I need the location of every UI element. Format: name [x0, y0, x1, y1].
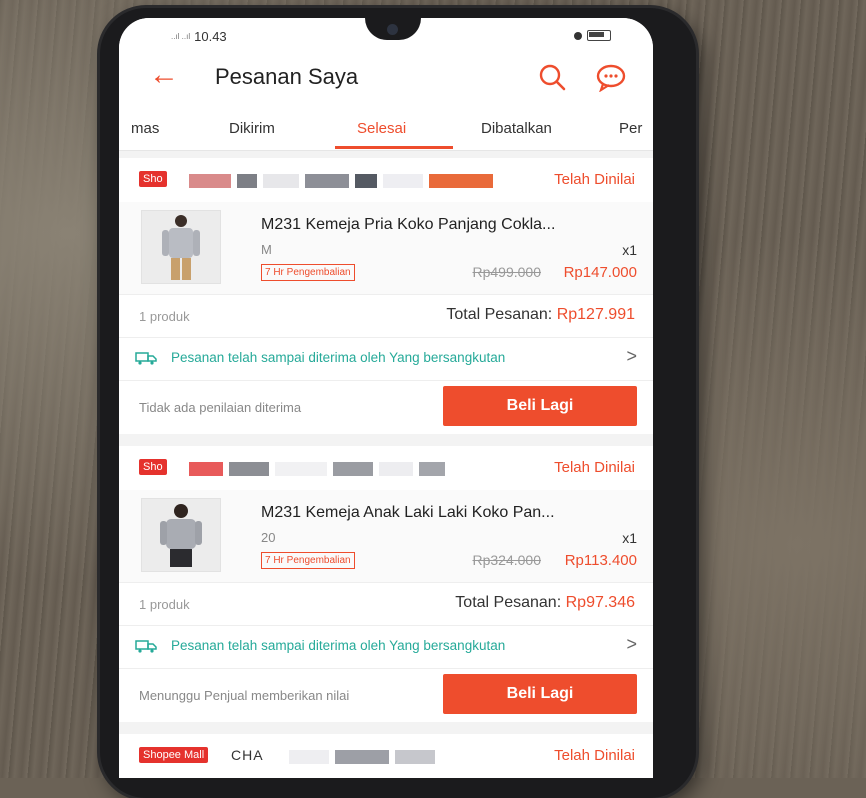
camera-icon [387, 24, 398, 35]
chat-icon[interactable] [595, 62, 629, 92]
order-actions: Tidak ada penilaian diterima Beli Lagi [119, 380, 653, 434]
chevron-right-icon: > [626, 634, 637, 654]
product-name: M231 Kemeja Pria Koko Panjang Cokla... [261, 216, 556, 233]
total-label: Total Pesanan: [455, 594, 562, 611]
return-policy-badge: 7 Hr Pengembalian [261, 552, 355, 569]
order-card: Shopee Mall CHA Telah Dinilai [119, 734, 653, 778]
search-icon[interactable] [537, 62, 567, 92]
blurred-shop-name [289, 750, 435, 764]
rating-status: Telah Dinilai [554, 171, 635, 188]
back-arrow-icon[interactable]: ← [149, 60, 179, 90]
order-card: Sho Telah Dinilai M231 Kemeja Pria Koko … [119, 158, 653, 434]
tab-dibatalkan[interactable]: Dibatalkan [481, 120, 552, 137]
battery-icon [587, 30, 611, 41]
product-variant: 20 [261, 530, 276, 545]
status-time: 10.43 [194, 29, 227, 44]
product-thumbnail [141, 210, 221, 284]
shop-header[interactable]: Shopee Mall CHA Telah Dinilai [119, 734, 653, 778]
discounted-price: Rp113.400 [564, 552, 637, 569]
product-thumbnail [141, 498, 221, 572]
shop-name: CHA [231, 747, 264, 763]
return-policy-badge: 7 Hr Pengembalian [261, 264, 355, 281]
original-price: Rp324.000 [472, 552, 541, 568]
shop-badge: Sho [139, 459, 167, 475]
chevron-right-icon: > [626, 346, 637, 366]
order-status-tabs: mas Dikirim Selesai Dibatalkan Per [119, 106, 653, 151]
rating-status: Telah Dinilai [554, 747, 635, 764]
app-header: ← Pesanan Saya [119, 50, 653, 106]
order-card: Sho Telah Dinilai M231 Kemeja Anak Laki … [119, 446, 653, 722]
product-name: M231 Kemeja Anak Laki Laki Koko Pan... [261, 504, 555, 521]
order-total-row: 1 produk Total Pesanan: Rp127.991 [119, 294, 653, 338]
rating-note: Menunggu Penjual memberikan nilai [139, 688, 350, 703]
tab-pengembalian[interactable]: Per [619, 120, 642, 137]
discounted-price: Rp147.000 [563, 264, 637, 281]
total-value: Rp127.991 [556, 306, 635, 323]
rating-status: Telah Dinilai [554, 459, 635, 476]
product-row[interactable]: M231 Kemeja Pria Koko Panjang Cokla... M… [119, 202, 653, 294]
buy-again-button[interactable]: Beli Lagi [443, 386, 637, 426]
total-label: Total Pesanan: [446, 306, 553, 323]
order-total: Total Pesanan: Rp127.991 [446, 306, 635, 324]
order-actions: Menunggu Penjual memberikan nilai Beli L… [119, 668, 653, 722]
product-quantity: x1 [622, 530, 637, 546]
blurred-shop-name [189, 462, 445, 476]
truck-icon [135, 352, 157, 365]
shipping-status-text: Pesanan telah sampai diterima oleh Yang … [171, 350, 506, 365]
phone-screen: ..ıl ..ıl 10.43 ← Pesanan Saya mas Dikir… [119, 18, 653, 778]
shop-badge: Sho [139, 171, 167, 187]
tab-dikirim[interactable]: Dikirim [229, 120, 275, 137]
item-count: 1 produk [139, 309, 190, 324]
order-total-row: 1 produk Total Pesanan: Rp97.346 [119, 582, 653, 626]
product-quantity: x1 [622, 242, 637, 258]
page-title: Pesanan Saya [215, 64, 359, 89]
active-tab-indicator [335, 146, 453, 149]
order-total: Total Pesanan: Rp97.346 [455, 594, 635, 612]
shipping-status-text: Pesanan telah sampai diterima oleh Yang … [171, 638, 506, 653]
product-row[interactable]: M231 Kemeja Anak Laki Laki Koko Pan... 2… [119, 490, 653, 582]
original-price: Rp499.000 [472, 264, 541, 280]
signal-icon: ..ıl ..ıl [171, 32, 191, 41]
truck-icon [135, 640, 157, 653]
blurred-shop-name [189, 174, 493, 188]
buy-again-button[interactable]: Beli Lagi [443, 674, 637, 714]
shopee-mall-badge: Shopee Mall [139, 747, 209, 763]
item-count: 1 produk [139, 597, 190, 612]
rating-note: Tidak ada penilaian diterima [139, 400, 302, 415]
shop-header[interactable]: Sho Telah Dinilai [119, 446, 653, 491]
tab-dikemas[interactable]: mas [131, 120, 159, 137]
total-value: Rp97.346 [565, 594, 635, 611]
alarm-icon [574, 31, 582, 40]
shipping-status-row[interactable]: Pesanan telah sampai diterima oleh Yang … [119, 336, 653, 381]
product-variant: M [261, 242, 272, 257]
shop-header[interactable]: Sho Telah Dinilai [119, 158, 653, 203]
shipping-status-row[interactable]: Pesanan telah sampai diterima oleh Yang … [119, 624, 653, 669]
tab-selesai[interactable]: Selesai [357, 120, 406, 137]
